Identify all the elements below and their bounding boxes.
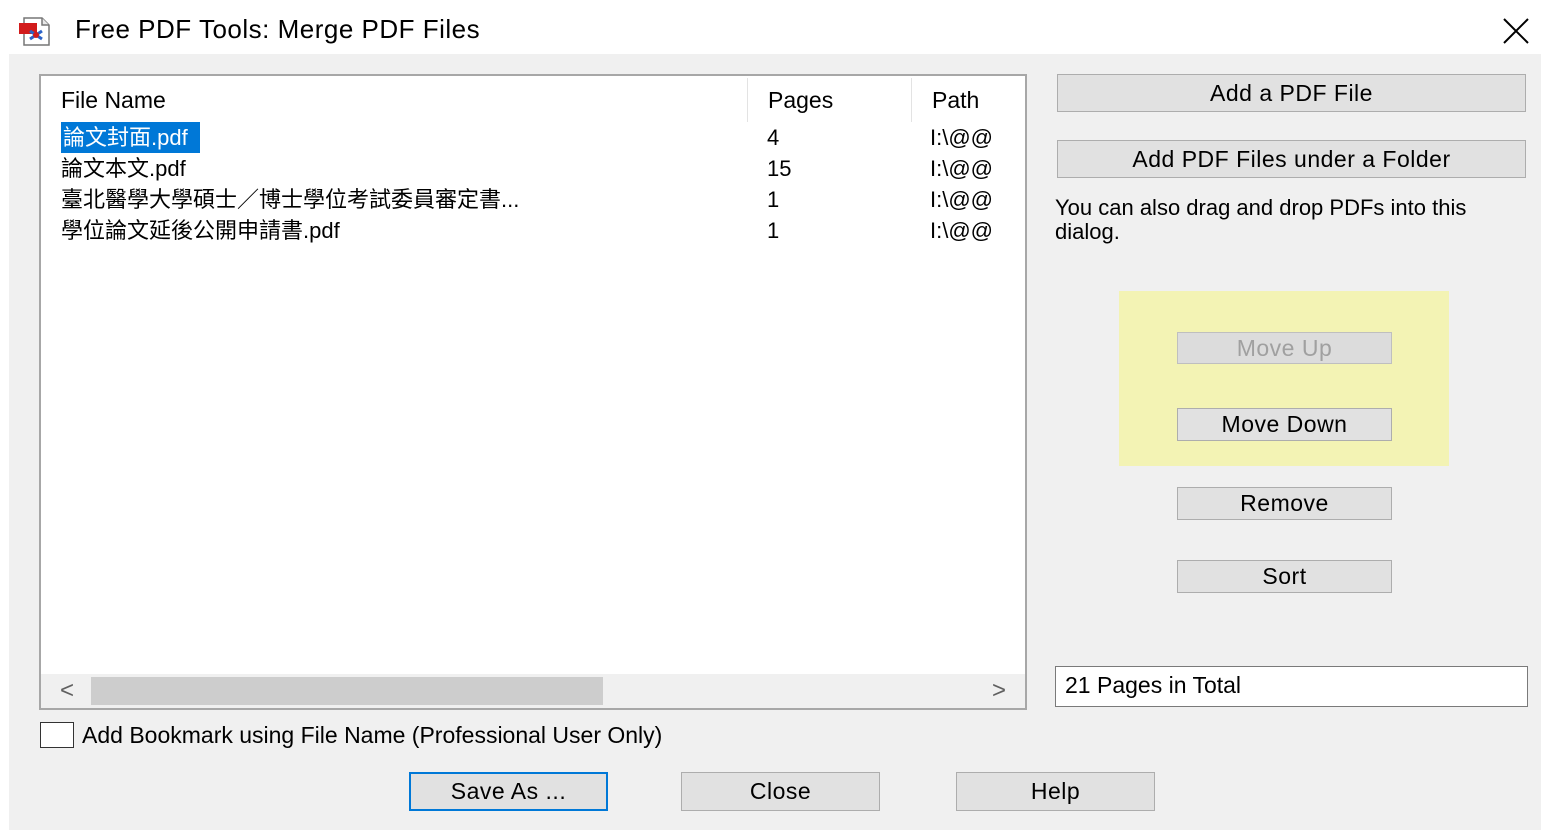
pdf-app-icon — [19, 17, 50, 46]
scrollbar-thumb[interactable] — [91, 677, 603, 705]
move-down-button[interactable]: Move Down — [1177, 408, 1392, 441]
selected-file-name: 論文封面.pdf — [61, 122, 200, 153]
close-icon[interactable] — [1496, 14, 1536, 48]
save-as-button[interactable]: Save As ... — [409, 772, 608, 811]
path-cell: I:\@@ — [930, 218, 994, 243]
pages-cell: 1 — [767, 187, 780, 212]
pages-cell: 4 — [767, 125, 780, 150]
file-list-header: File Name Pages Path — [41, 76, 1025, 122]
file-name-cell: 臺北醫學大學碩士／博士學位考試委員審定書... — [61, 187, 520, 212]
add-pdf-file-button[interactable]: Add a PDF File — [1057, 74, 1526, 112]
title-bar: Free PDF Tools: Merge PDF Files — [0, 0, 1541, 56]
table-row[interactable]: 學位論文延後公開申請書.pdf 1 I:\@@ — [41, 215, 1025, 246]
help-button[interactable]: Help — [956, 772, 1155, 811]
remove-button[interactable]: Remove — [1177, 487, 1392, 520]
drag-drop-hint: You can also drag and drop PDFs into thi… — [1055, 195, 1467, 244]
bookmark-checkbox-label[interactable]: Add Bookmark using File Name (Profession… — [82, 720, 662, 750]
file-name-cell: 學位論文延後公開申請書.pdf — [61, 218, 340, 243]
table-row[interactable]: 臺北醫學大學碩士／博士學位考試委員審定書... 1 I:\@@ — [41, 184, 1025, 215]
close-button[interactable]: Close — [681, 772, 880, 811]
path-cell: I:\@@ — [930, 156, 994, 181]
bookmark-checkbox[interactable] — [40, 722, 74, 748]
path-cell: I:\@@ — [930, 125, 994, 150]
column-header-file-name[interactable]: File Name — [41, 76, 747, 122]
add-folder-button[interactable]: Add PDF Files under a Folder — [1057, 140, 1526, 178]
horizontal-scrollbar[interactable]: < > — [41, 674, 1025, 708]
scroll-right-icon[interactable]: > — [981, 674, 1017, 708]
scroll-left-icon[interactable]: < — [49, 674, 85, 708]
sort-button[interactable]: Sort — [1177, 560, 1392, 593]
file-name-cell: 論文本文.pdf — [61, 156, 186, 181]
path-cell: I:\@@ — [930, 187, 994, 212]
column-header-path[interactable]: Path — [912, 76, 1025, 122]
pages-cell: 1 — [767, 218, 780, 243]
column-header-pages[interactable]: Pages — [748, 76, 911, 122]
window-title: Free PDF Tools: Merge PDF Files — [75, 14, 481, 44]
move-up-button[interactable]: Move Up — [1177, 332, 1392, 364]
table-row[interactable]: 論文封面.pdf 4 I:\@@ — [41, 122, 1025, 153]
file-list[interactable]: File Name Pages Path 論文封面.pdf 4 I:\@@ 論文… — [39, 74, 1027, 710]
table-row[interactable]: 論文本文.pdf 15 I:\@@ — [41, 153, 1025, 184]
pages-cell: 15 — [767, 156, 792, 181]
total-pages-field: 21 Pages in Total — [1055, 666, 1528, 707]
file-name-cell: 論文封面.pdf — [59, 122, 759, 153]
